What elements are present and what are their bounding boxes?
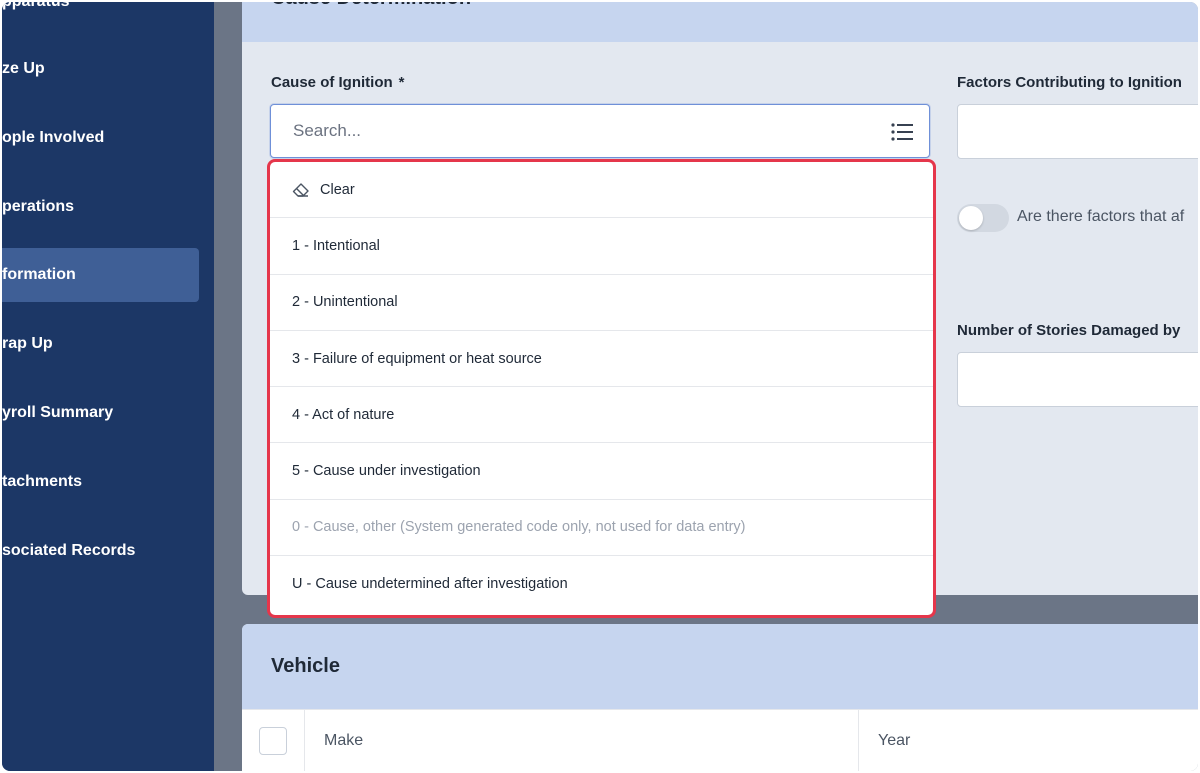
sidebar-item-label: yroll Summary: [2, 404, 114, 421]
option-unintentional[interactable]: 2 - Unintentional: [270, 275, 933, 331]
option-under-investigation[interactable]: 5 - Cause under investigation: [270, 443, 933, 500]
sidebar-item-wrap-up[interactable]: rap Up: [2, 317, 199, 371]
option-undetermined[interactable]: U - Cause undetermined after investigati…: [270, 556, 933, 612]
sidebar-item-information[interactable]: formation: [2, 248, 199, 302]
sidebar-item-label: ople Involved: [2, 129, 105, 146]
sidebar: pparatus ze Up ople Involved perations f…: [2, 2, 214, 771]
required-marker: *: [398, 74, 405, 91]
sidebar-item-label: ze Up: [2, 60, 45, 77]
cause-search-field[interactable]: [270, 104, 930, 158]
toggle-knob: [959, 206, 983, 230]
clear-option[interactable]: Clear: [270, 162, 933, 219]
select-all-checkbox[interactable]: [259, 726, 287, 755]
cause-dropdown-menu: Clear 1 - Intentional 2 - Unintentional …: [267, 159, 936, 618]
stories-damaged-input[interactable]: [957, 352, 1198, 407]
sidebar-item-label: perations: [2, 198, 75, 215]
sidebar-item-label: rap Up: [2, 335, 53, 352]
sidebar-item-operations[interactable]: perations: [2, 180, 199, 234]
sidebar-item-label: sociated Records: [2, 542, 136, 559]
stories-damaged-label: Number of Stories Damaged by: [957, 322, 1181, 339]
sidebar-item-apparatus[interactable]: pparatus: [2, 2, 199, 29]
eraser-icon: [292, 182, 309, 197]
option-act-of-nature[interactable]: 4 - Act of nature: [270, 387, 933, 444]
column-header-make[interactable]: Make: [305, 710, 859, 771]
list-icon[interactable]: [891, 123, 913, 141]
option-cause-other: 0 - Cause, other (System generated code …: [270, 500, 933, 557]
sidebar-item-attachments[interactable]: tachments: [2, 455, 199, 509]
section-title: Vehicle: [242, 624, 1198, 709]
toggle-label: Are there factors that af: [1017, 208, 1185, 225]
sidebar-item-size-up[interactable]: ze Up: [2, 42, 199, 96]
column-header-year[interactable]: Year: [859, 710, 910, 771]
cause-of-ignition-label: Cause of Ignition *: [271, 74, 405, 91]
label-text: Cause of Ignition: [271, 74, 393, 91]
search-input[interactable]: [293, 121, 853, 141]
sidebar-item-people-involved[interactable]: ople Involved: [2, 111, 199, 165]
app-window: pparatus ze Up ople Involved perations f…: [2, 2, 1198, 771]
factors-toggle[interactable]: [957, 204, 1009, 232]
vehicle-card: Vehicle Make Year: [242, 624, 1198, 771]
select-all-cell: [242, 710, 305, 771]
clear-label: Clear: [320, 181, 355, 198]
section-title: Cause Determination: [242, 2, 1198, 42]
sidebar-item-label: pparatus: [2, 2, 70, 11]
sidebar-item-label: tachments: [2, 473, 83, 490]
option-failure-of-equipment[interactable]: 3 - Failure of equipment or heat source: [270, 331, 933, 388]
factors-contributing-label: Factors Contributing to Ignition: [957, 74, 1182, 91]
sidebar-item-payroll-summary[interactable]: yroll Summary: [2, 386, 199, 440]
factors-input[interactable]: [957, 104, 1198, 159]
option-intentional[interactable]: 1 - Intentional: [270, 218, 933, 275]
vehicle-table-header: Make Year: [242, 709, 1198, 771]
sidebar-item-label: formation: [2, 266, 76, 283]
sidebar-item-associated-records[interactable]: sociated Records: [2, 524, 199, 578]
